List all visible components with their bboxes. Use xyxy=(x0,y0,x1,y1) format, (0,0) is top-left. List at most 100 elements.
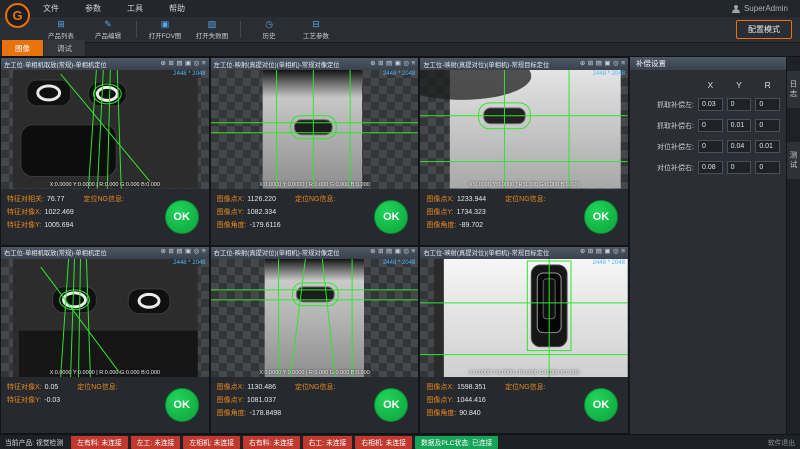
align-comp-left-x-input[interactable] xyxy=(698,140,723,153)
image-resolution: 2448 * 2048 xyxy=(593,71,625,77)
grab-comp-right-y-input[interactable] xyxy=(727,119,752,132)
grid-icon[interactable]: ▣ xyxy=(604,249,610,256)
menu-help[interactable]: 帮助 xyxy=(164,1,190,16)
menu-bar: 文件 参数 工具 帮助 xyxy=(38,1,190,16)
menu-icon[interactable]: ≡ xyxy=(202,249,206,256)
menu-icon[interactable]: ≡ xyxy=(412,61,416,68)
grid-icon[interactable]: ▣ xyxy=(185,249,191,256)
grid-icon[interactable]: ▣ xyxy=(395,61,401,68)
side-tab-test[interactable]: 测试 xyxy=(787,142,800,179)
layers-icon[interactable]: ▤ xyxy=(596,61,602,68)
status-ok-lamp: OK xyxy=(165,200,199,234)
target-icon[interactable]: ◎ xyxy=(194,61,200,68)
grid-icon[interactable]: ▣ xyxy=(395,249,401,256)
align-comp-right-r-input[interactable] xyxy=(755,161,780,174)
fit-icon[interactable]: ⊞ xyxy=(378,61,383,68)
col-header-r: R xyxy=(755,80,780,90)
fit-icon[interactable]: ⊞ xyxy=(168,249,173,256)
zoom-icon[interactable]: ⊕ xyxy=(580,61,585,68)
target-icon[interactable]: ◎ xyxy=(613,61,619,68)
menu-file[interactable]: 文件 xyxy=(38,1,64,16)
fit-icon[interactable]: ⊞ xyxy=(588,249,593,256)
fit-icon[interactable]: ⊞ xyxy=(168,61,173,68)
grab-comp-right-x-input[interactable] xyxy=(698,119,723,132)
align-comp-right-x-input[interactable] xyxy=(698,161,723,174)
layers-icon[interactable]: ▤ xyxy=(176,249,182,256)
menu-icon[interactable]: ≡ xyxy=(202,61,206,68)
toolbar-item-history[interactable]: ◷ 历史 xyxy=(246,17,292,42)
zoom-icon[interactable]: ⊕ xyxy=(580,249,585,256)
user-menu[interactable]: SuperAdmin xyxy=(732,4,800,13)
cell-toolbar: ⊕ ⊞ ▤ ▣ ◎ ≡ xyxy=(580,61,625,68)
info-value: 76.77 xyxy=(47,193,65,206)
layers-icon[interactable]: ▤ xyxy=(386,249,392,256)
grid-icon[interactable]: ▣ xyxy=(185,61,191,68)
menu-icon[interactable]: ≡ xyxy=(621,61,625,68)
grab-comp-right-r-input[interactable] xyxy=(755,119,780,132)
tab-debug[interactable]: 调试 xyxy=(44,40,85,56)
info-label: 特征对像Y: xyxy=(7,219,41,232)
camera-image[interactable]: 2448 * 2048 X:0.0000 Y:0.0000 | R:0.000 … xyxy=(211,70,419,189)
camera-image[interactable]: 2448 * 2048 X:0.0000 Y:0.0000 | R:0.000 … xyxy=(420,70,628,189)
zoom-icon[interactable]: ⊕ xyxy=(160,249,165,256)
toolbar-item-label: 打开FOV图 xyxy=(149,30,182,40)
grab-comp-left-y-input[interactable] xyxy=(727,98,752,111)
menu-icon[interactable]: ≡ xyxy=(412,249,416,256)
info-label: 特征对像Y: xyxy=(7,394,41,407)
grab-comp-left-r-input[interactable] xyxy=(755,98,780,111)
info-label: 图像点X: xyxy=(426,381,454,394)
menu-params[interactable]: 参数 xyxy=(80,1,106,16)
layers-icon[interactable]: ▤ xyxy=(386,61,392,68)
menu-icon[interactable]: ≡ xyxy=(621,249,625,256)
menu-tools[interactable]: 工具 xyxy=(122,1,148,16)
info-value: 1081.037 xyxy=(247,394,276,407)
toolbar-item-process-params[interactable]: ⊟ 工艺参数 xyxy=(293,17,339,42)
toolbar-item-open-fov-image[interactable]: ▣ 打开FOV图 xyxy=(142,17,188,42)
camera-scene xyxy=(420,259,628,378)
cell-title: 左工位-映射(真提对位)(单相机)-常规目标定位 xyxy=(423,60,578,69)
open-fov-image-icon: ▣ xyxy=(161,20,170,29)
image-resolution: 2448 * 2048 xyxy=(173,71,205,77)
info-label: 图像角度: xyxy=(426,219,456,232)
config-mode-button[interactable]: 配置模式 xyxy=(736,20,792,39)
align-comp-right-y-input[interactable] xyxy=(727,161,752,174)
camera-image[interactable]: 2448 * 2048 X:0.0000 Y:0.0000 | R:0.000 … xyxy=(211,259,419,378)
zoom-icon[interactable]: ⊕ xyxy=(370,61,375,68)
col-header-x: X xyxy=(698,80,723,90)
grid-icon[interactable]: ▣ xyxy=(604,61,610,68)
info-label: 图像点X: xyxy=(217,381,245,394)
layers-icon[interactable]: ▤ xyxy=(596,249,602,256)
tab-image[interactable]: 图像 xyxy=(2,40,43,56)
side-tab-log[interactable]: 日志 xyxy=(787,71,800,108)
toolbar-item-label: 产品编辑 xyxy=(95,30,121,40)
camera-cell-right-target: 右工位-映射(真提对位)(单相机)-常规目标定位 ⊕ ⊞ ▤ ▣ ◎ ≡ xyxy=(420,247,628,434)
toolbar-item-open-fail-image[interactable]: ▨ 打开失败图 xyxy=(189,17,235,42)
cursor-coordinates: X:0.0000 Y:0.0000 | R:0.000 G:0.000 B:0.… xyxy=(259,370,370,376)
cell-title: 左工位-单相机取放(常规)-单相机定位 xyxy=(4,60,159,69)
camera-image[interactable]: 2448 * 2048 X:0.0000 Y:0.0000 | R:0.000 … xyxy=(1,70,209,189)
target-icon[interactable]: ◎ xyxy=(403,61,409,68)
main-area: 左工位-单相机取放(常规)-单相机定位 ⊕ ⊞ ▤ ▣ ◎ ≡ xyxy=(0,57,800,434)
layers-icon[interactable]: ▤ xyxy=(176,61,182,68)
target-icon[interactable]: ◎ xyxy=(403,249,409,256)
fit-icon[interactable]: ⊞ xyxy=(588,61,593,68)
info-label: 图像点Y: xyxy=(217,206,244,219)
align-comp-left-r-input[interactable] xyxy=(755,140,780,153)
grab-comp-left-x-input[interactable] xyxy=(698,98,723,111)
info-line: 特征对像Y: 1005.694 xyxy=(7,219,157,232)
grab-comp-right-label: 抓取补偿右: xyxy=(636,121,694,131)
fit-icon[interactable]: ⊞ xyxy=(378,249,383,256)
info-value: -178.8498 xyxy=(250,407,282,420)
zoom-icon[interactable]: ⊕ xyxy=(160,61,165,68)
camera-image[interactable]: 2448 * 2048 X:0.0000 Y:0.0000 | R:0.000 … xyxy=(1,259,209,378)
align-comp-left-y-input[interactable] xyxy=(727,140,752,153)
toolbar-item-product-list[interactable]: ⊞ 产品列表 xyxy=(38,17,84,42)
info-line: 特征对像X: 1022.469 xyxy=(7,206,157,219)
zoom-icon[interactable]: ⊕ xyxy=(370,249,375,256)
camera-image[interactable]: 2448 * 2048 X:0.0000 Y:0.0000 | R:0.000 … xyxy=(420,259,628,378)
target-icon[interactable]: ◎ xyxy=(613,249,619,256)
image-resolution: 2448 * 2048 xyxy=(173,260,205,266)
status-chip-left-material: 左有料: 未连接 xyxy=(71,436,128,449)
toolbar-item-product-edit[interactable]: ✎ 产品编辑 xyxy=(85,17,131,42)
target-icon[interactable]: ◎ xyxy=(194,249,200,256)
